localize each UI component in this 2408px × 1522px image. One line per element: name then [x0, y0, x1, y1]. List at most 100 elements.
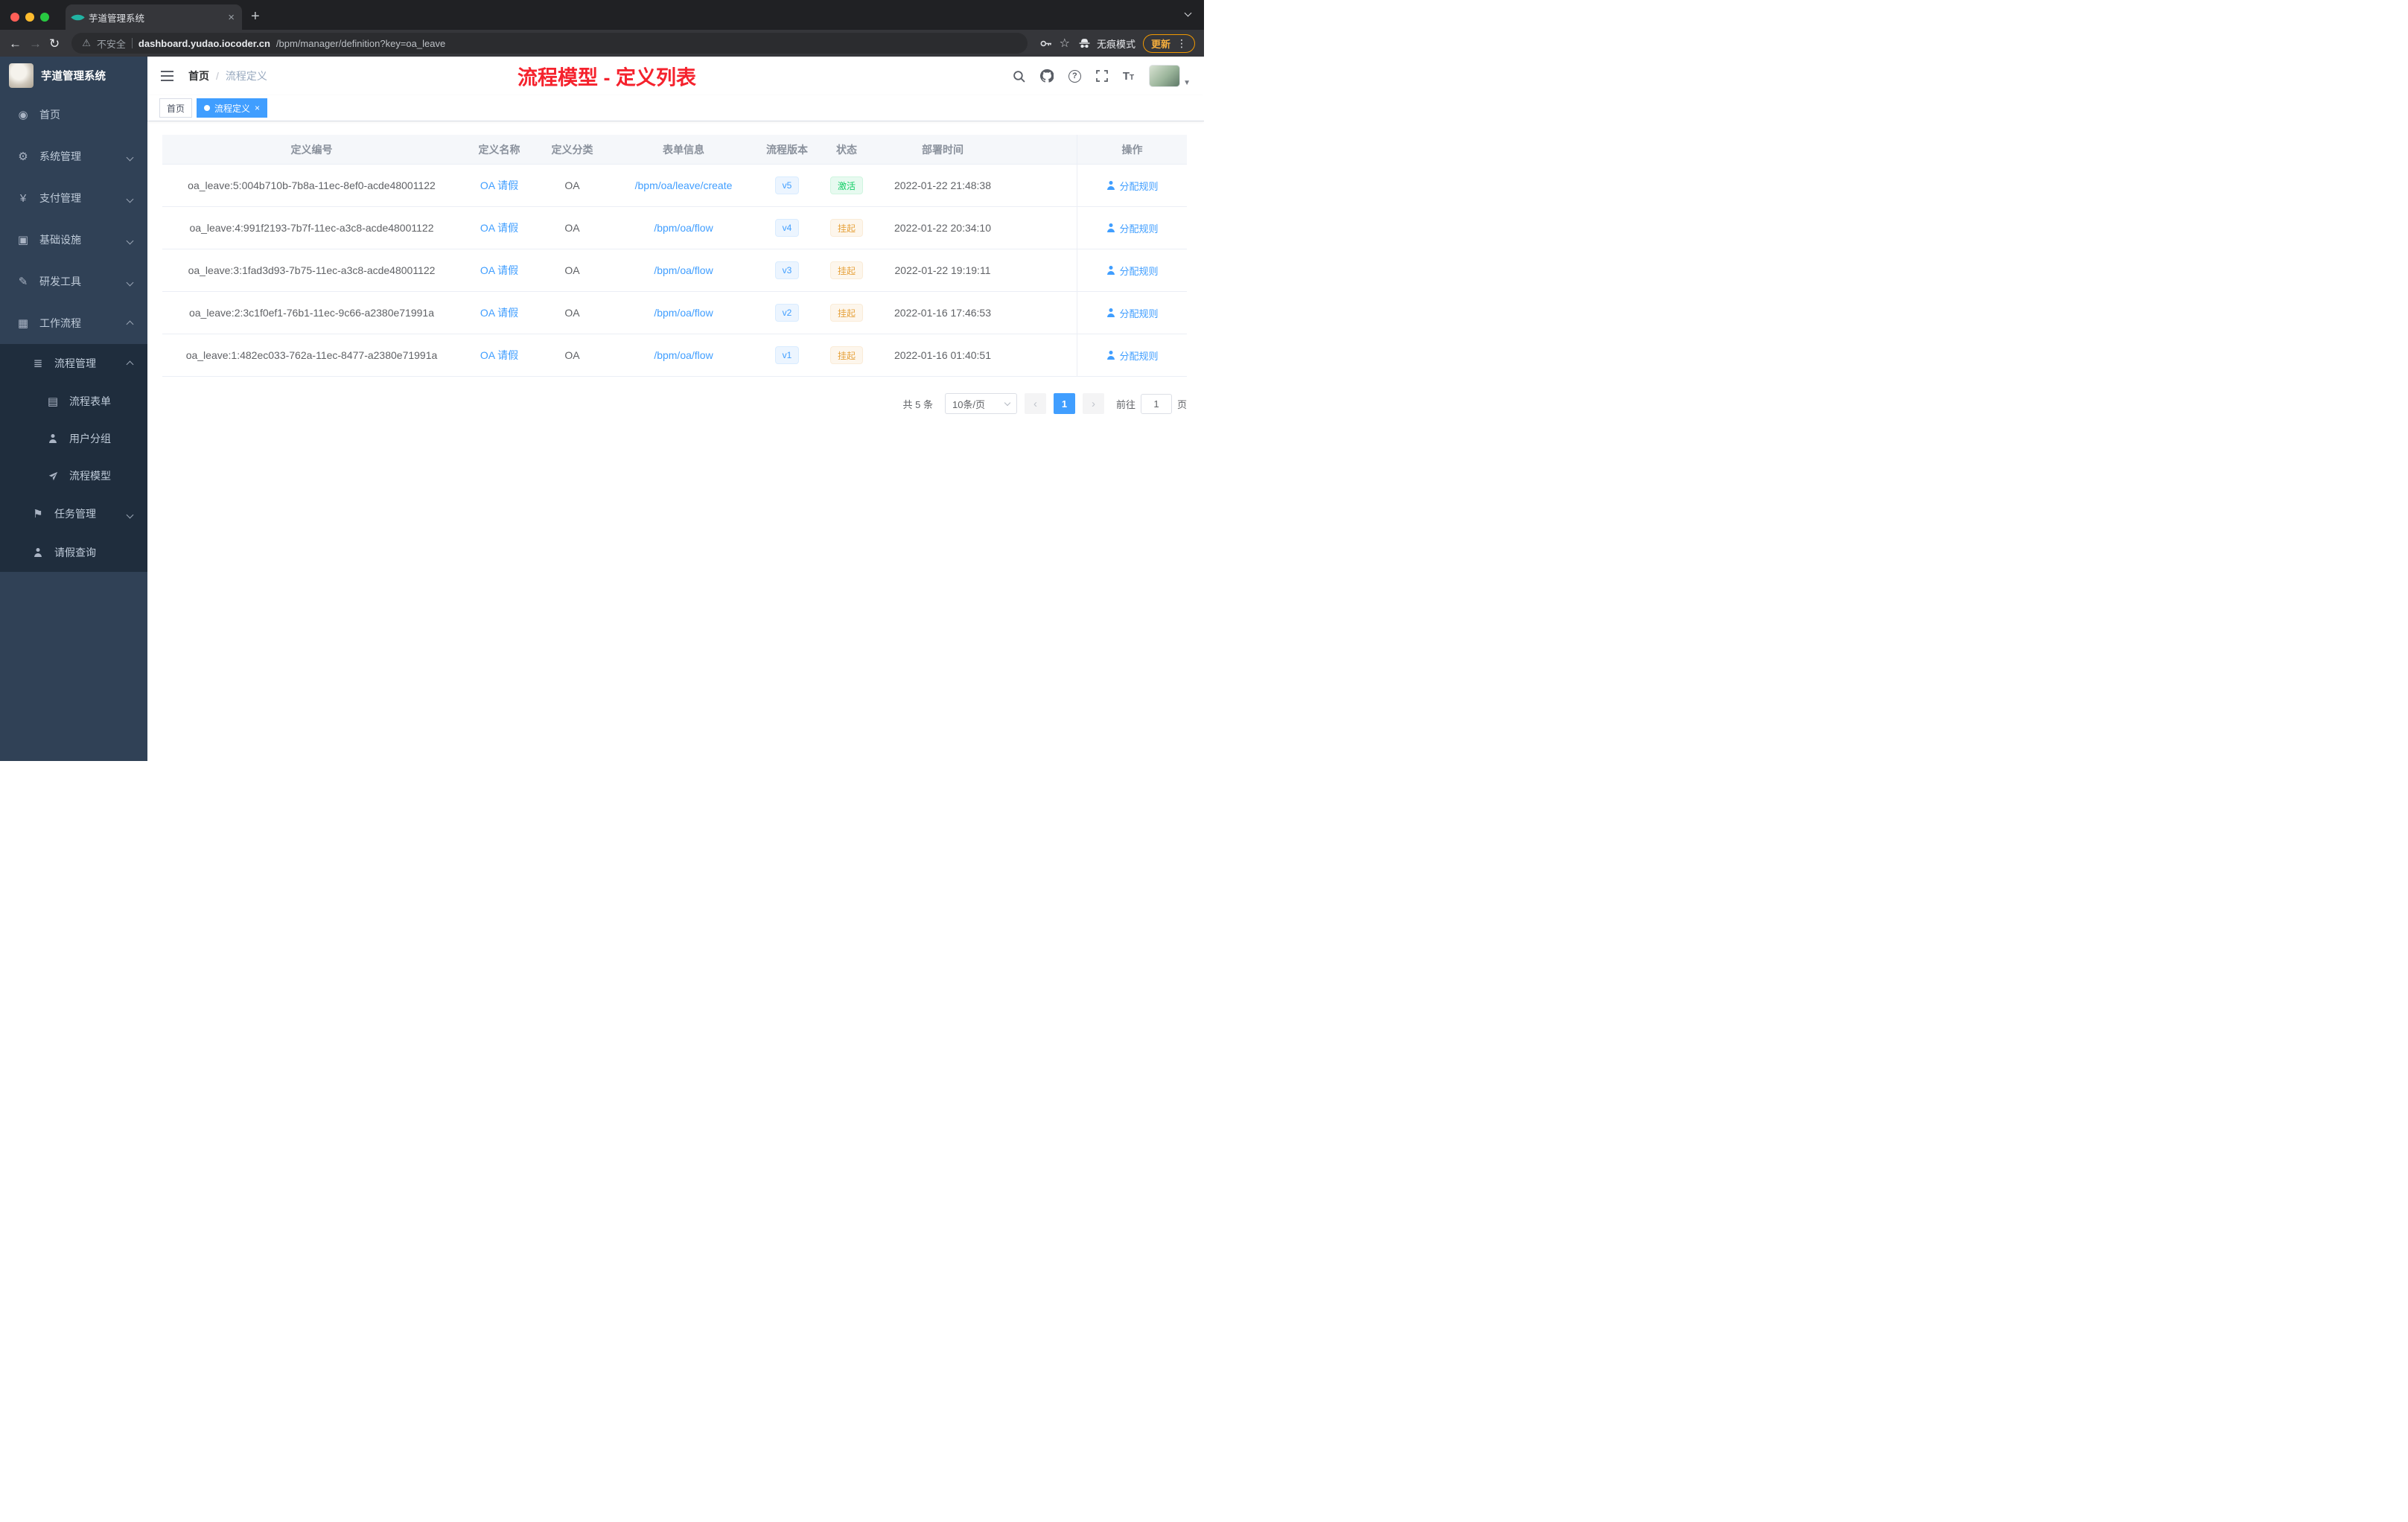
assign-rule-link[interactable]: 分配规则	[1106, 264, 1158, 278]
form-icon: ▤	[47, 395, 59, 408]
prev-page-button[interactable]: ‹	[1024, 393, 1046, 414]
next-page-button[interactable]: ›	[1082, 393, 1104, 414]
assign-rule-link[interactable]: 分配规则	[1106, 179, 1158, 193]
form-link[interactable]: /bpm/oa/flow	[654, 222, 713, 234]
browser-window: 芋道管理系统 × + ← → ↻ ⚠ 不安全 dashboard.yudao.i…	[0, 0, 1204, 761]
font-size-icon[interactable]: TT	[1123, 71, 1134, 82]
minimize-window-button[interactable]	[25, 13, 34, 22]
bookmark-star-icon[interactable]: ☆	[1060, 36, 1070, 51]
search-icon[interactable]	[1013, 70, 1025, 83]
page-1-button[interactable]: 1	[1053, 393, 1075, 414]
person-icon	[1106, 266, 1115, 275]
sidebar-item-home[interactable]: ◉ 首页	[0, 94, 147, 136]
status-tag: 挂起	[829, 219, 863, 237]
yen-icon: ¥	[19, 191, 27, 205]
github-icon[interactable]	[1039, 69, 1054, 83]
tag-home[interactable]: 首页	[159, 98, 193, 118]
definition-name-link[interactable]: OA 请假	[480, 348, 518, 363]
cell-definition-id: oa_leave:2:3c1f0ef1-76b1-11ec-9c66-a2380…	[188, 307, 434, 319]
col-status: 状态	[836, 143, 857, 156]
url-path: /bpm/manager/definition?key=oa_leave	[275, 37, 446, 49]
sidebar-item-process-manage[interactable]: ≣ 流程管理	[0, 344, 147, 383]
page-size-select[interactable]: 10条/页	[944, 393, 1017, 414]
security-label: 不安全	[96, 38, 126, 50]
tools-icon: ✎	[18, 276, 28, 288]
tag-process-definition[interactable]: 流程定义 ×	[197, 98, 268, 118]
new-tab-button[interactable]: +	[251, 8, 260, 25]
sidebar-item-task-manage[interactable]: ⚑ 任务管理	[0, 494, 147, 533]
tab-close-icon[interactable]: ×	[228, 12, 235, 23]
version-tag: v5	[774, 176, 800, 194]
browser-tab[interactable]: 芋道管理系统 ×	[66, 4, 242, 30]
browser-menu-icon[interactable]: ⋮	[1176, 37, 1187, 50]
assign-rule-link[interactable]: 分配规则	[1106, 348, 1158, 363]
close-window-button[interactable]	[10, 13, 19, 22]
incognito-icon	[1079, 38, 1090, 48]
form-link[interactable]: /bpm/oa/flow	[654, 349, 713, 361]
definition-name-link[interactable]: OA 请假	[480, 220, 518, 235]
table-header: 定义编号 定义名称 定义分类 表单信息 流程版本 状态 部署时间 操作	[162, 135, 1187, 165]
active-dot	[204, 105, 211, 111]
address-bar[interactable]: ⚠ 不安全 dashboard.yudao.iocoder.cn /bpm/ma…	[71, 33, 1028, 54]
sidebar-item-user-group[interactable]: 用户分组	[0, 420, 147, 457]
page-unit-label: 页	[1176, 398, 1187, 410]
definition-name-link[interactable]: OA 请假	[480, 263, 518, 278]
person-icon	[1106, 351, 1115, 360]
back-icon[interactable]: ←	[9, 37, 22, 50]
hamburger-icon[interactable]	[161, 71, 173, 81]
sidebar-item-infrastructure[interactable]: ▣ 基础设施	[0, 219, 147, 261]
status-tag: 挂起	[829, 346, 863, 364]
table-row: oa_leave:2:3c1f0ef1-76b1-11ec-9c66-a2380…	[162, 292, 1187, 334]
security-warning-icon: ⚠	[82, 37, 91, 48]
maximize-window-button[interactable]	[40, 13, 49, 22]
cell-category: OA	[564, 349, 580, 361]
cell-deploy-time: 2022-01-22 19:19:11	[894, 264, 991, 276]
tags-view: 首页 流程定义 ×	[147, 95, 1204, 121]
person-icon	[31, 548, 45, 557]
forward-icon[interactable]: →	[29, 37, 42, 50]
table-row: oa_leave:4:991f2193-7b7f-11ec-a3c8-acde4…	[162, 207, 1187, 249]
sidebar-item-process-form[interactable]: ▤ 流程表单	[0, 383, 147, 420]
fullscreen-icon[interactable]	[1095, 70, 1108, 82]
chevron-up-icon	[126, 317, 134, 329]
cell-definition-id: oa_leave:1:482ec033-762a-11ec-8477-a2380…	[185, 349, 438, 361]
sidebar-item-devtools[interactable]: ✎ 研发工具	[0, 261, 147, 302]
tag-close-icon[interactable]: ×	[255, 104, 260, 112]
sidebar-item-system[interactable]: ⚙ 系统管理	[0, 136, 147, 177]
cell-filler	[1006, 249, 1077, 291]
cell-deploy-time: 2022-01-16 01:40:51	[894, 349, 991, 361]
sidebar-item-workflow[interactable]: ▦ 工作流程	[0, 302, 147, 344]
form-link[interactable]: /bpm/oa/flow	[654, 264, 713, 276]
table-row: oa_leave:1:482ec033-762a-11ec-8477-a2380…	[162, 334, 1187, 377]
sidebar-item-payment[interactable]: ¥ 支付管理	[0, 177, 147, 219]
chevron-down-icon	[126, 276, 134, 287]
definition-name-link[interactable]: OA 请假	[480, 305, 518, 320]
definition-name-link[interactable]: OA 请假	[480, 178, 518, 193]
reload-icon[interactable]: ↻	[49, 37, 60, 50]
incognito-label: 无痕模式	[1096, 38, 1135, 50]
goto-page-input[interactable]	[1140, 393, 1172, 414]
page-content: 定义编号 定义名称 定义分类 表单信息 流程版本 状态 部署时间 操作 oa_l…	[147, 121, 1204, 761]
assign-rule-link[interactable]: 分配规则	[1106, 221, 1158, 235]
user-avatar[interactable]: ▼	[1149, 65, 1191, 87]
form-link[interactable]: /bpm/oa/leave/create	[635, 179, 733, 191]
table-row: oa_leave:3:1fad3d93-7b75-11ec-a3c8-acde4…	[162, 249, 1187, 292]
update-button[interactable]: 更新 ⋮	[1142, 34, 1195, 53]
version-tag: v2	[774, 304, 800, 322]
sidebar-item-leave-query[interactable]: 请假查询	[0, 533, 147, 572]
form-link[interactable]: /bpm/oa/flow	[654, 307, 713, 319]
help-icon[interactable]: ?	[1068, 69, 1081, 83]
person-icon	[1106, 181, 1115, 190]
sidebar-logo[interactable]: 芋道管理系统	[0, 57, 147, 94]
tab-title: 芋道管理系统	[89, 13, 145, 24]
version-tag: v3	[774, 261, 800, 279]
tab-search-icon[interactable]	[1184, 6, 1192, 19]
sidebar-item-process-model[interactable]: 流程模型	[0, 457, 147, 494]
col-deploy-time: 部署时间	[922, 143, 963, 156]
browser-tab-strip: 芋道管理系统 × +	[0, 0, 1204, 30]
assign-rule-link[interactable]: 分配规则	[1106, 306, 1158, 320]
breadcrumb-home[interactable]: 首页	[188, 69, 209, 83]
url-divider	[131, 38, 133, 48]
password-key-icon[interactable]	[1039, 37, 1052, 50]
version-tag: v1	[774, 346, 800, 364]
